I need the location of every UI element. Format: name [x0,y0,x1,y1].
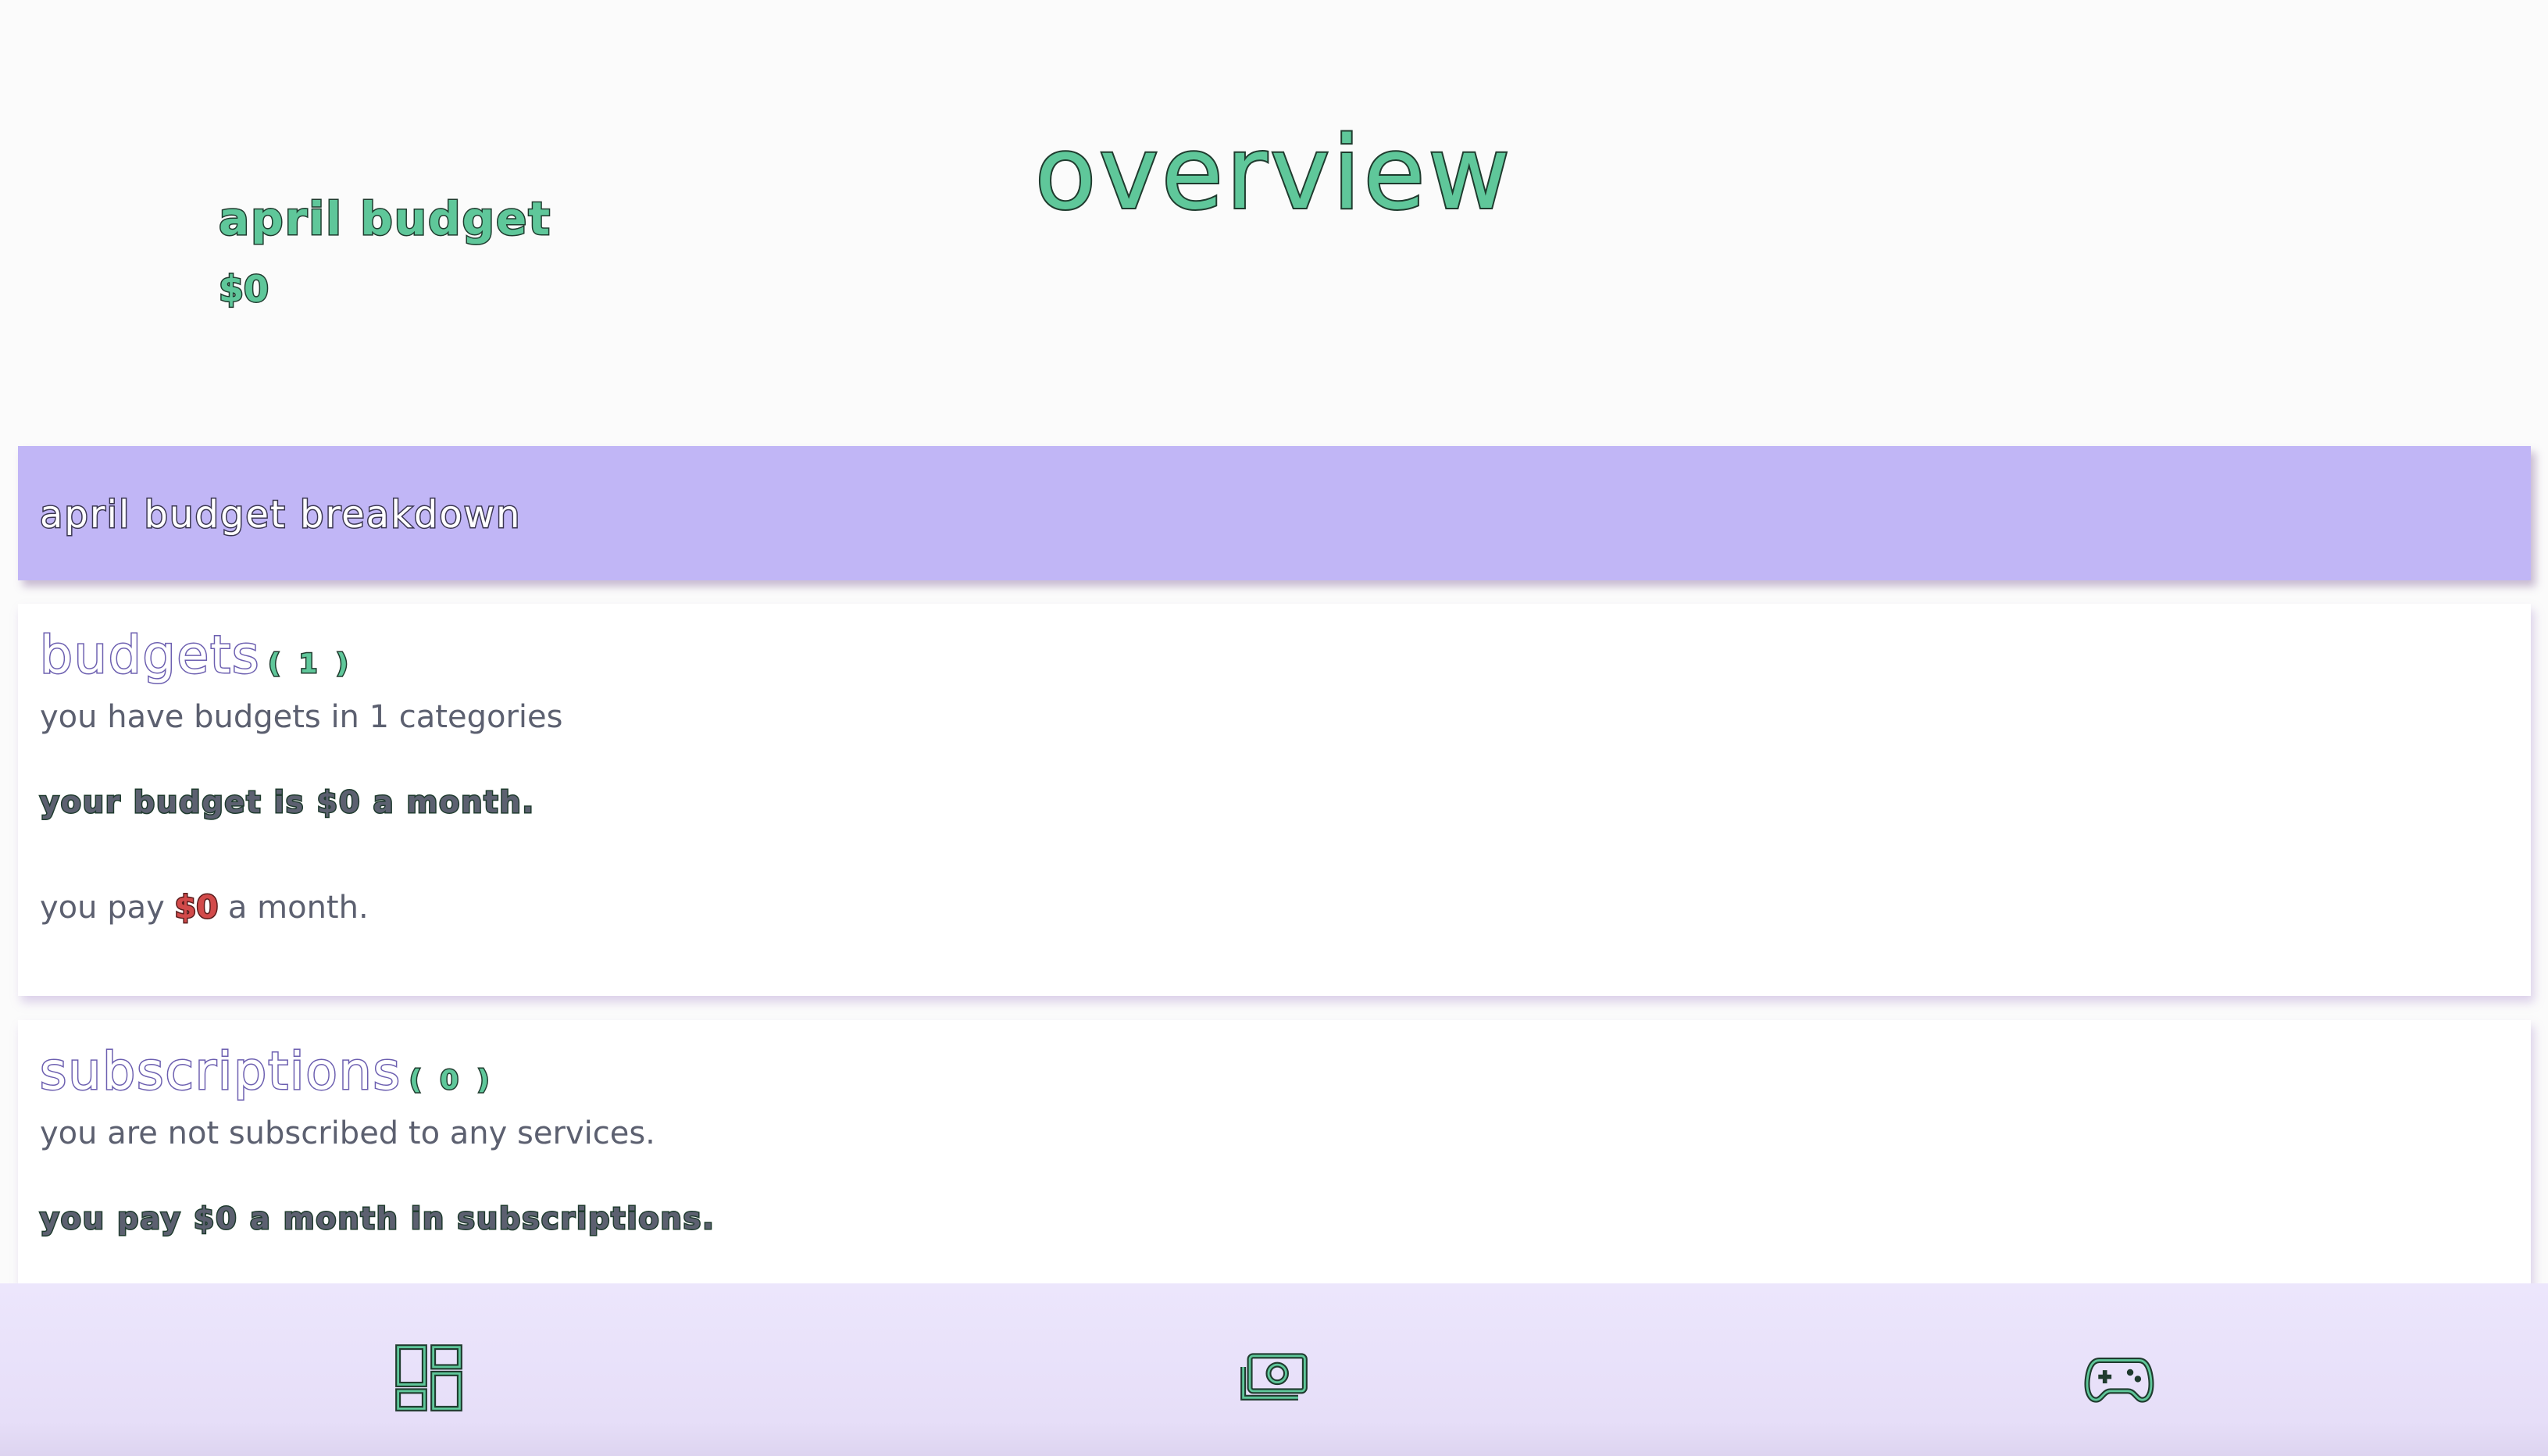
nav-games-button[interactable] [2084,1343,2154,1413]
subscriptions-heading-label: subscriptions [39,1040,401,1103]
bottom-navigation [0,1283,2548,1456]
budgets-heading: budgets( 1 ) [38,618,353,693]
budgets-count: ( 1 ) [267,648,353,681]
budget-breakdown-banner[interactable]: april budget breakdown [18,446,2531,580]
nav-money-button[interactable] [1239,1343,1309,1413]
budgets-pay-amount: $0 [173,889,219,927]
budgets-pay-text: you pay $0 a month. [40,886,369,930]
dashboard-icon [395,1344,462,1411]
month-budget-amount: $0 [217,267,269,312]
subscriptions-card: subscriptions( 0 ) you are not subscribe… [18,1020,2531,1286]
budgets-pay-prefix: you pay [40,890,165,926]
budget-breakdown-title: april budget breakdown [38,492,522,538]
subscriptions-status-text: you are not subscribed to any services. [40,1115,655,1151]
budgets-categories-text: you have budgets in 1 categories [40,699,563,735]
budgets-heading-label: budgets [38,624,261,687]
subscriptions-pay-text: you pay $0 a month in subscriptions. [39,1201,716,1237]
money-icon [1240,1353,1308,1401]
budgets-total-text: your budget is $0 a month. [39,784,535,821]
gamepad-icon [2084,1357,2154,1403]
budgets-pay-suffix: a month. [227,890,369,926]
subscriptions-heading: subscriptions( 0 ) [39,1034,494,1109]
nav-dashboard-button[interactable] [394,1343,464,1413]
month-budget-title: april budget [217,191,552,247]
budgets-card: budgets( 1 ) you have budgets in 1 categ… [18,604,2531,996]
subscriptions-count: ( 0 ) [408,1064,494,1097]
